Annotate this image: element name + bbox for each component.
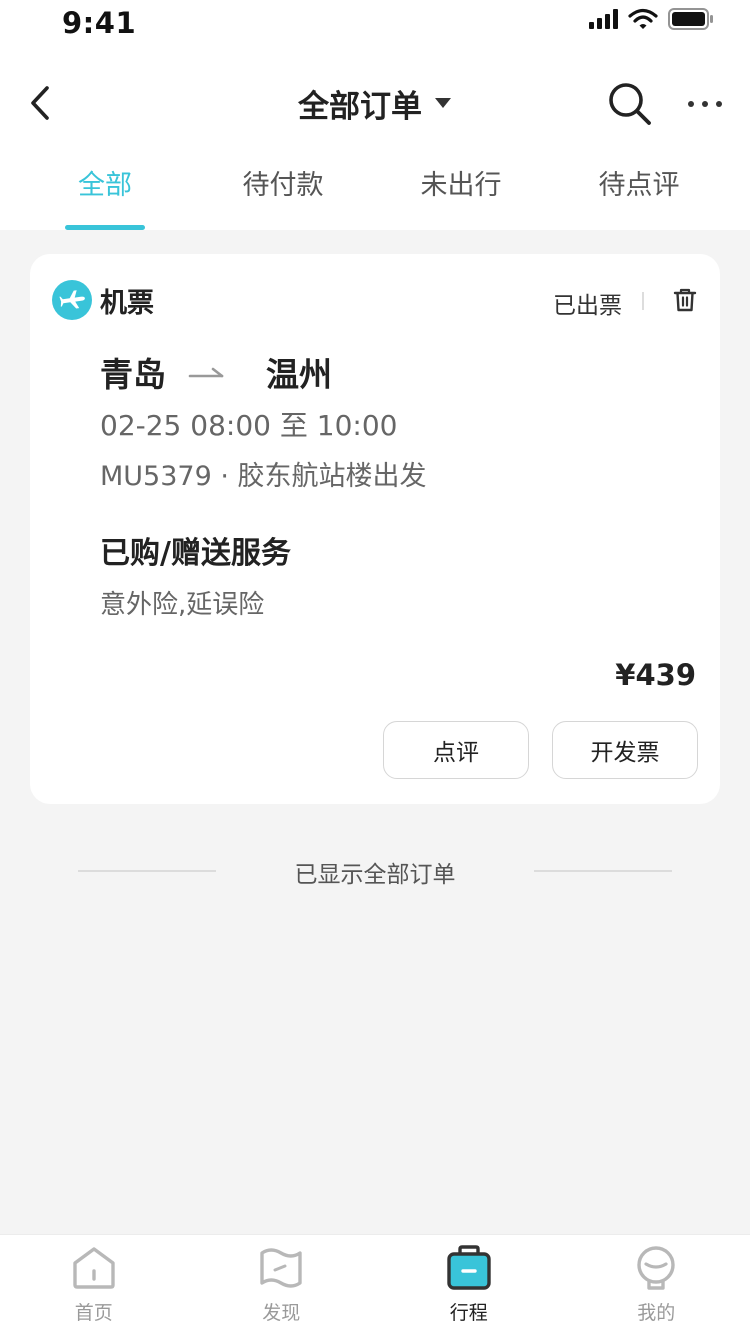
tabbar-item-trips[interactable]: 行程 [375, 1235, 563, 1334]
tab-pending-review[interactable]: 待点评 [550, 160, 728, 230]
route-arrow-icon [188, 367, 224, 378]
bottom-tab-bar: 首页 发现 行程 我的 [0, 1234, 750, 1334]
tab-all[interactable]: 全部 [16, 160, 194, 230]
arrival-city: 温州 [266, 355, 332, 394]
tabbar-label: 发现 [262, 1302, 301, 1324]
cellular-signal-icon [589, 9, 618, 29]
order-card[interactable]: 机票 已出票 青岛 温州 02-25 08:00 至 10:00 MU5379 … [30, 254, 720, 804]
invoice-button[interactable]: 开发票 [552, 721, 698, 779]
review-button[interactable]: 点评 [383, 721, 529, 779]
order-type: 机票 [52, 280, 154, 320]
tabbar-item-discover[interactable]: 发现 [188, 1235, 376, 1334]
order-price: ¥439 [615, 658, 696, 692]
tab-pending-payment[interactable]: 待付款 [194, 160, 372, 230]
services-list: 意外险,延误险 [100, 590, 265, 620]
profile-icon [633, 1244, 679, 1292]
flight-info: MU5379 · 胶东航站楼出发 [100, 461, 427, 492]
wifi-icon [628, 8, 658, 29]
status-time: 9:41 [62, 6, 137, 40]
more-dot [716, 101, 722, 107]
flight-route: 青岛 温州 [100, 348, 332, 396]
search-icon [609, 83, 651, 125]
tab-upcoming[interactable]: 未出行 [372, 160, 550, 230]
luggage-icon [446, 1244, 492, 1292]
tab-label: 待付款 [242, 170, 324, 201]
departure-city: 青岛 [100, 355, 166, 394]
tab-label: 全部 [78, 170, 132, 201]
tabbar-label: 我的 [637, 1302, 676, 1324]
tab-active-indicator [65, 225, 145, 230]
airplane-icon [52, 280, 92, 320]
tab-label: 待点评 [598, 170, 680, 201]
tabbar-label: 首页 [74, 1302, 113, 1324]
more-dot [688, 101, 694, 107]
more-button[interactable] [678, 82, 732, 126]
page-title: 全部订单 [298, 88, 422, 125]
tabbar-label: 行程 [449, 1302, 488, 1324]
battery-icon [668, 8, 713, 30]
flight-datetime: 02-25 08:00 至 10:00 [100, 409, 398, 442]
status-icons [589, 6, 714, 32]
home-icon [71, 1244, 117, 1292]
end-of-list-text: 已显示全部订单 [294, 862, 456, 888]
tabbar-item-home[interactable]: 首页 [0, 1235, 188, 1334]
trash-icon [673, 288, 697, 312]
ticket-status: 已出票 [553, 293, 622, 319]
tab-label: 未出行 [420, 170, 502, 201]
divider [642, 292, 644, 310]
more-dot [702, 101, 708, 107]
map-icon [258, 1244, 304, 1292]
delete-order-button[interactable] [670, 284, 700, 316]
order-type-label: 机票 [100, 287, 154, 319]
tabbar-item-profile[interactable]: 我的 [563, 1235, 750, 1334]
order-tabs: 全部 待付款 未出行 待点评 [16, 160, 728, 230]
services-title: 已购/赠送服务 [100, 536, 291, 571]
search-button[interactable] [600, 76, 660, 132]
caret-down-icon [435, 98, 451, 108]
divider-right [534, 870, 672, 872]
